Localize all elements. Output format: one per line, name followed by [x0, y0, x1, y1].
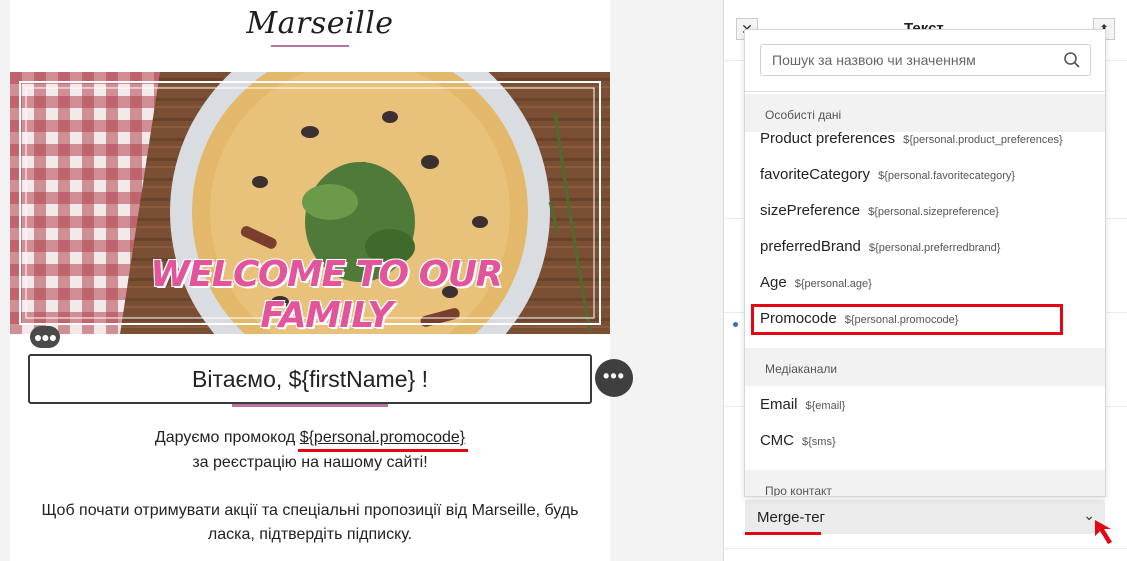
promo-variable: ${personal.promocode} [299, 429, 466, 446]
grip-dots-icon[interactable]: ●●● [30, 326, 60, 348]
merge-tag-dropdown: Особисті дані Product preferences${perso… [744, 29, 1106, 497]
hero-banner[interactable]: WELCOME TO OUR FAMILY [10, 72, 610, 334]
greeting-text-block[interactable]: Вітаємо, ${firstName} ! [28, 354, 592, 404]
brand-logo: Marseille [246, 6, 394, 41]
group-header-media: Медіаканали [745, 348, 1105, 386]
search-icon[interactable] [1063, 51, 1081, 69]
search-input[interactable] [761, 45, 1061, 75]
annotation-arrow-icon [1095, 520, 1112, 544]
list-item[interactable]: Age ${personal.age} [760, 268, 1091, 298]
list-item[interactable]: Product preferences ${personal.product_pr… [760, 124, 1091, 154]
confirm-subscription-text: Щоб почати отримувати акції та спеціальн… [41, 502, 579, 543]
ellipsis-icon[interactable]: ••• [595, 359, 633, 397]
registration-line: за реєстрацію на нашому сайті! [192, 454, 428, 471]
group-header-contact: Про контакт [745, 470, 1105, 496]
logo-underline [271, 45, 349, 47]
list-item[interactable]: Email ${email} [760, 390, 1091, 420]
email-canvas: Marseille WELCOME TO OUR FAMILY [10, 0, 610, 561]
search-divider [745, 91, 1105, 92]
merge-tag-label: Merge-тег [757, 509, 826, 526]
promo-line: Даруємо промокод ${personal.promocode} [10, 426, 610, 450]
search-box[interactable] [760, 44, 1091, 76]
greeting-underline [232, 404, 388, 407]
list-item[interactable]: preferredBrand ${personal.preferredbrand} [760, 232, 1091, 262]
list-item[interactable]: sizePreference ${personal.sizepreference} [760, 196, 1091, 226]
merge-tag-select[interactable]: Merge-тег ⌄ [745, 500, 1105, 534]
status-dot [733, 322, 738, 327]
list-item[interactable]: favoriteCategory ${personal.favoritecateg… [760, 160, 1091, 190]
promo-prefix: Даруємо промокод [154, 429, 300, 446]
annotation-highlight-promocode [751, 304, 1063, 335]
banner-headline: WELCOME TO OUR FAMILY [150, 254, 503, 334]
list-item[interactable]: СМС ${sms} [760, 426, 1091, 456]
annotation-underline-merge [745, 532, 821, 535]
panel-divider [724, 548, 1127, 549]
